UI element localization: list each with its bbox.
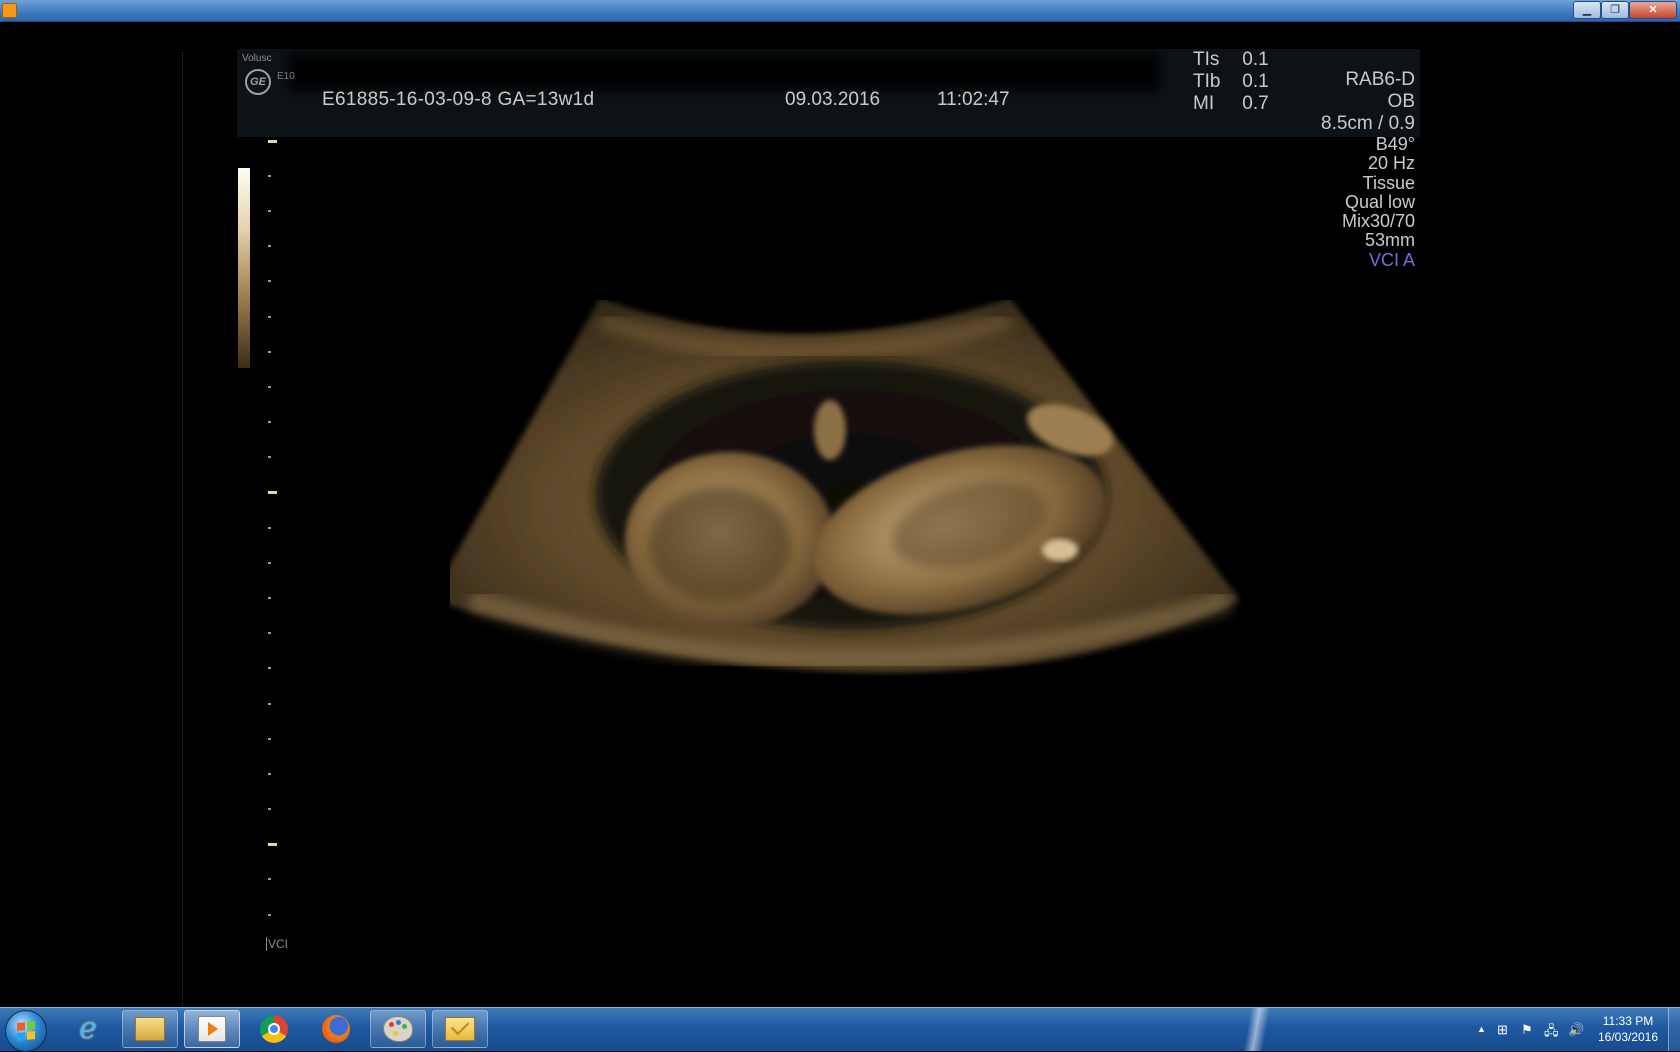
ruler-major-tick [268,140,277,143]
redacted-patient-info [289,53,1159,91]
ge-logo-icon: GE [245,69,271,95]
index-value: 0.7 [1242,93,1269,114]
ruler-tick [268,878,271,880]
index-tis: TIs 0.1 [1193,49,1269,71]
ruler-tick [268,667,271,669]
taskbar-firefox[interactable] [308,1010,364,1048]
index-value: 0.1 [1242,49,1269,70]
app-icon[interactable] [2,3,17,18]
viewer-left-guide [182,52,183,1032]
ruler-tick [268,421,271,423]
minimize-button[interactable]: ▁ [1573,1,1601,19]
ruler-tick [268,386,271,388]
ruler-tick [268,351,271,353]
taskbar-clock[interactable]: 11:33 PM 16/03/2016 [1580,1013,1676,1045]
ruler-tick [268,808,271,810]
ruler-tick [268,738,271,740]
device-name-text: Volusc [242,53,272,64]
taskbar-paint[interactable] [370,1010,426,1048]
param-vci: VCI A [1368,249,1415,270]
taskbar-internet-explorer[interactable]: e [60,1010,116,1048]
outlook-icon [445,1017,475,1041]
device-model-text: E10 [277,71,295,82]
windows-explorer-icon [135,1017,165,1041]
ruler-tick [268,527,271,529]
param-angle: B49° [1375,134,1415,154]
index-label: MI [1193,93,1215,114]
taskbar-decoration [1200,1008,1320,1051]
param-mix: Mix30/70 [1341,211,1415,232]
param-quality: Qual low [1344,191,1415,212]
network-icon[interactable]: 🖧 [1544,1022,1559,1044]
restore-button[interactable]: ❐ [1601,1,1629,19]
taskbar-chrome[interactable] [246,1010,302,1048]
index-label: TIs [1193,49,1220,70]
clock-date: 16/03/2016 [1597,1030,1659,1044]
param-depth: 8.5cm / 0.9 [1321,113,1415,134]
ruler-vci-label: VCI [266,937,289,951]
ultrasound-fetal-image [450,300,1240,673]
ultrasound-header: Volusc GE E10 E61885-16-03-09-8 GA=13w1d… [237,49,1420,137]
index-value: 0.1 [1242,71,1269,92]
ruler-tick [268,175,271,177]
windows-logo-icon [17,1021,35,1041]
ruler-tick [268,456,271,458]
index-mi: MI 0.7 [1193,93,1269,115]
scan-time: 11:02:47 [937,89,1010,110]
grayscale-bar [238,168,250,368]
scan-parameters: RAB6-D OB 8.5cm / 0.9 B49° 20 Hz Tissue … [1270,69,1415,270]
index-tib: TIb 0.1 [1193,71,1269,93]
ruler-tick [268,703,271,705]
param-slice: 53mm [1364,230,1415,251]
ruler-tick [268,597,271,599]
window-title-bar: ▁ ❐ ✕ [0,0,1680,22]
param-frame-rate: 20 Hz [1367,153,1415,174]
start-button[interactable] [5,1010,47,1052]
depth-ruler [268,138,280,928]
chrome-icon [260,1015,288,1043]
firefox-icon [322,1015,350,1043]
scan-date: 09.03.2016 [785,89,881,110]
patient-id: E61885-16-03-09-8 GA=13w1d [322,89,595,110]
ruler-major-tick [268,491,277,494]
ruler-tick [268,914,271,916]
ruler-tick [268,280,271,282]
ruler-tick [268,632,271,634]
show-desktop-button[interactable] [1668,1008,1680,1051]
param-preset: OB [1387,91,1415,112]
taskbar: e ▲ ⊞ ⚑ 🖧 🔊 11:33 PM 16/03/2016 [0,1007,1680,1052]
taskbar-windows-explorer[interactable] [122,1010,178,1048]
param-probe: RAB6-D [1345,69,1415,90]
ruler-tick [268,210,271,212]
taskbar-media-player[interactable] [184,1010,240,1048]
param-tissue: Tissue [1362,172,1415,193]
clock-time: 11:33 PM [1602,1014,1654,1028]
media-player-icon [198,1016,226,1042]
show-hidden-icons-button[interactable]: ▲ [1477,1024,1486,1034]
windows-flag-icon[interactable]: ⊞ [1497,1022,1508,1038]
index-label: TIb [1193,71,1221,92]
ruler-tick [268,245,271,247]
ruler-tick [268,316,271,318]
taskbar-outlook[interactable] [432,1010,488,1048]
action-center-flag-icon[interactable]: ⚑ [1521,1022,1533,1038]
paint-icon [383,1016,413,1042]
internet-explorer-icon: e [79,1011,97,1046]
ruler-tick [268,562,271,564]
ruler-major-tick [268,843,277,846]
close-button[interactable]: ✕ [1629,1,1677,19]
ruler-tick [268,773,271,775]
window-title [24,2,194,17]
